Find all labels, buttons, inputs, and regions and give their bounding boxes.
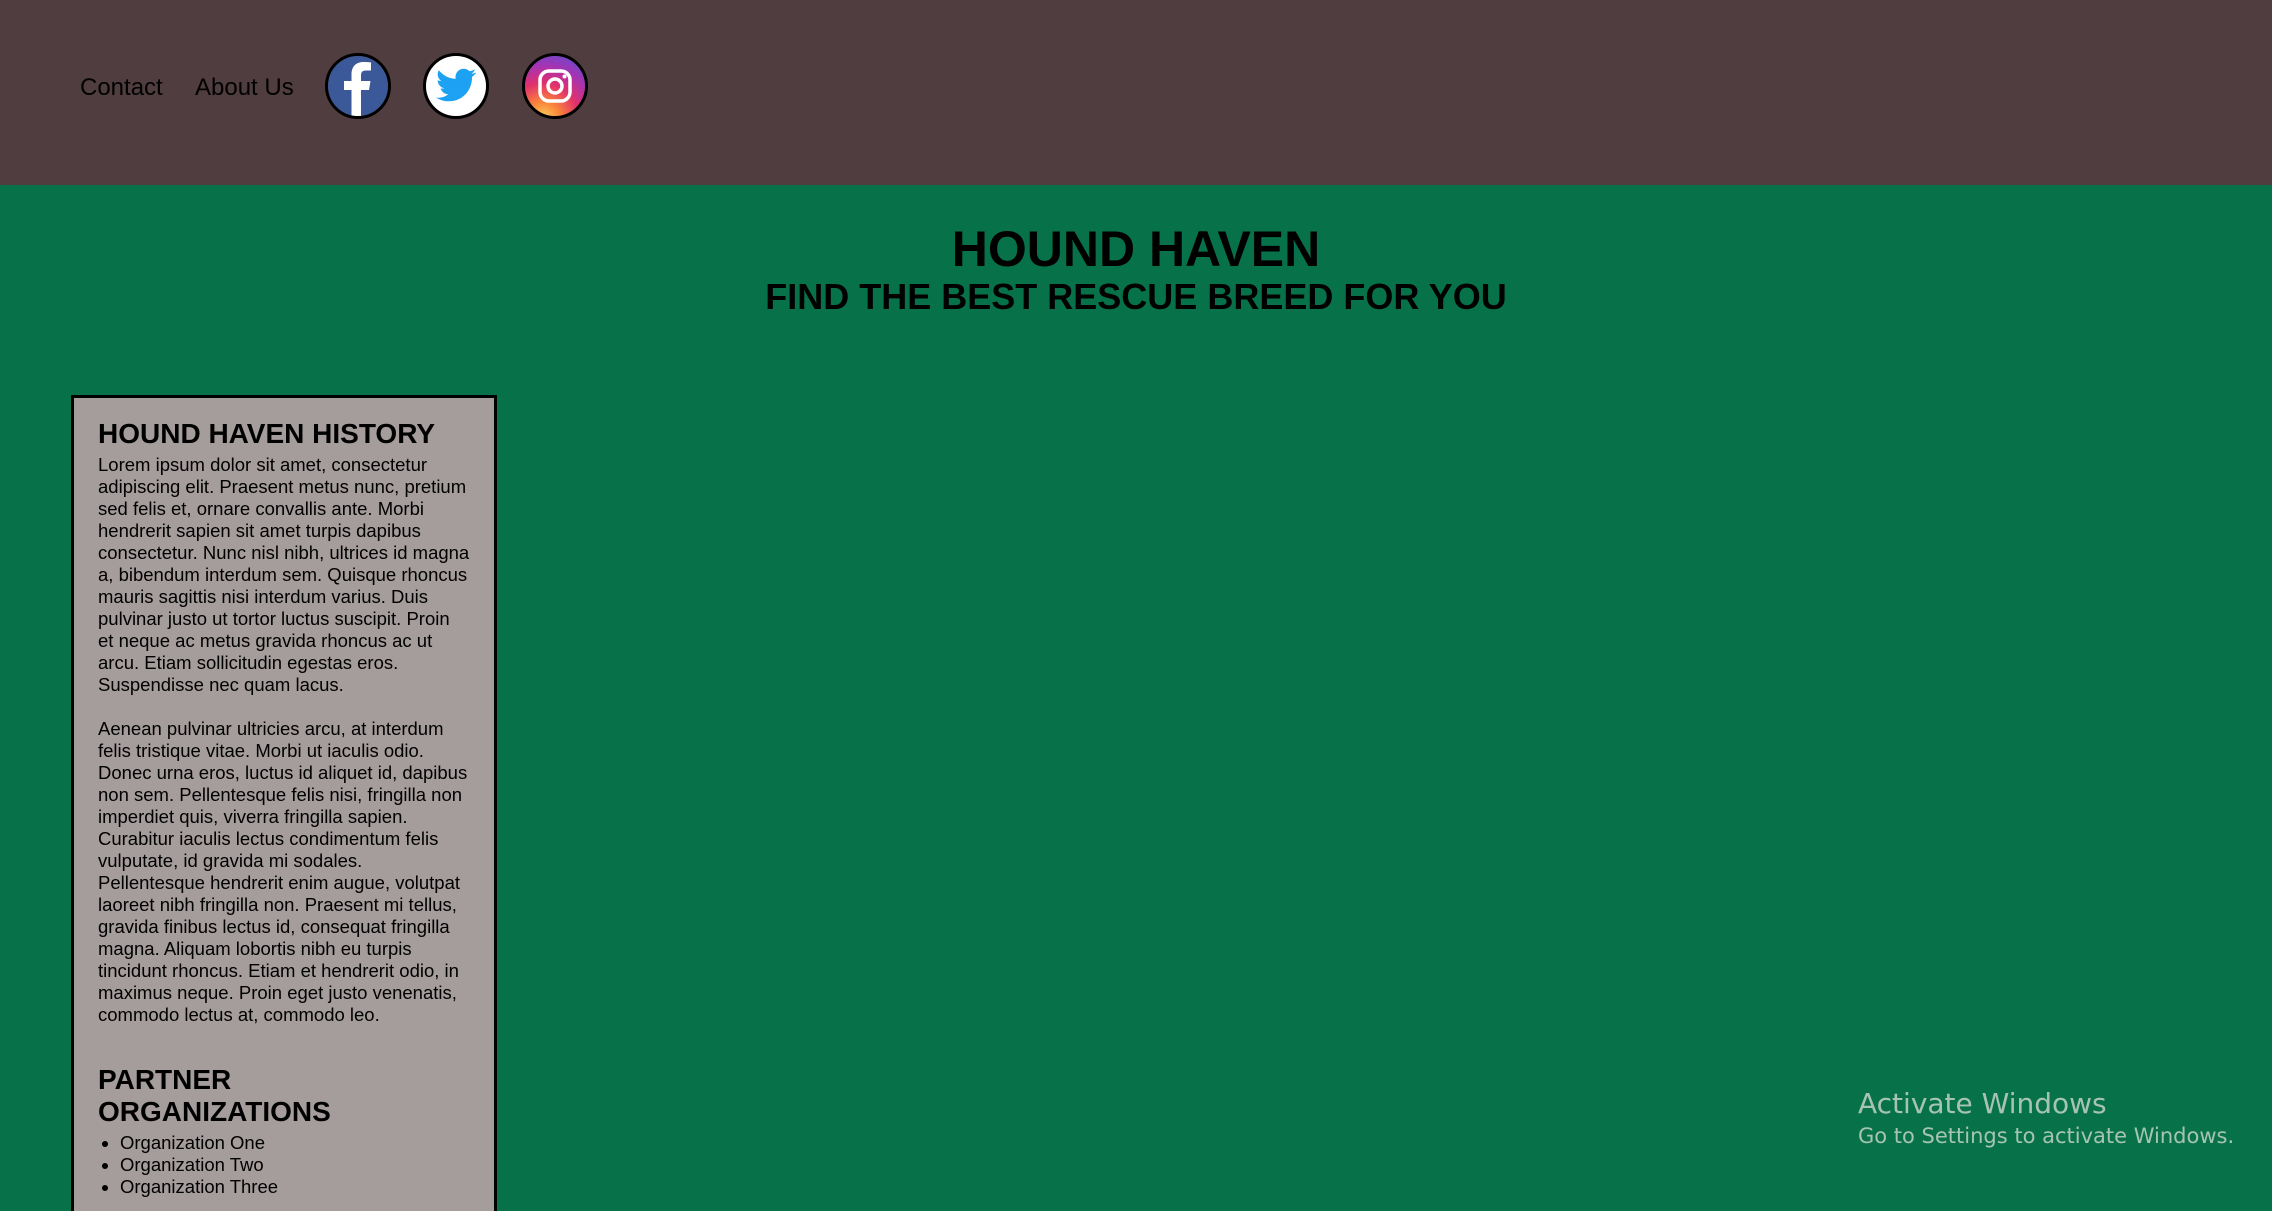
history-heading: HOUND HAVEN HISTORY — [98, 418, 436, 449]
page-title: HOUND HAVEN — [951, 221, 1321, 277]
history-paragraph-1: Lorem ipsum dolor sit amet, consectetur … — [98, 454, 470, 695]
partner-item: Organization Three — [120, 1176, 470, 1198]
activate-windows-watermark: Activate Windows Go to Settings to activ… — [1858, 1086, 2234, 1150]
instagram-icon[interactable] — [522, 53, 588, 119]
page-subtitle: FIND THE BEST RESCUE BREED FOR YOU — [765, 276, 1507, 317]
twitter-icon[interactable] — [423, 53, 489, 119]
history-paragraph-2: Aenean pulvinar ultricies arcu, at inter… — [98, 718, 468, 1025]
partners-list: Organization One Organization Two Organi… — [98, 1132, 470, 1198]
activate-windows-title: Activate Windows — [1858, 1087, 2107, 1120]
history-sidebar: HOUND HAVEN HISTORY Lorem ipsum dolor si… — [71, 395, 497, 1211]
partner-item: Organization One — [120, 1132, 470, 1154]
activate-windows-hint: Go to Settings to activate Windows. — [1858, 1124, 2235, 1148]
partner-item: Organization Two — [120, 1154, 470, 1176]
facebook-icon[interactable] — [325, 53, 391, 119]
nav-link-about-us[interactable]: About Us — [195, 74, 294, 102]
nav-link-contact[interactable]: Contact — [80, 74, 163, 102]
site-header: Contact About Us — [0, 0, 2272, 185]
partners-heading: PARTNER ORGANIZATIONS — [98, 1064, 331, 1127]
